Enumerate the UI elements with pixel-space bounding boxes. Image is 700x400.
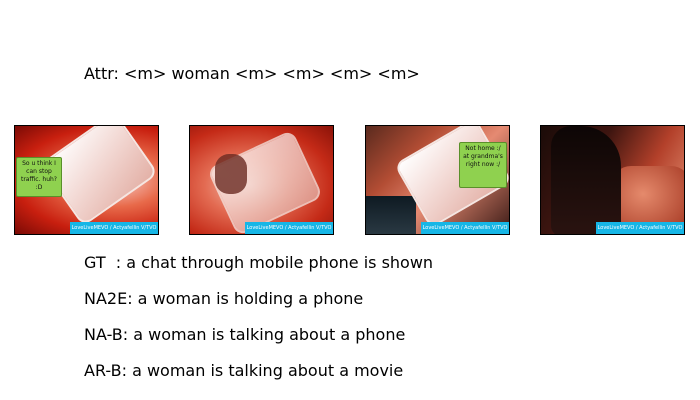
watermark-caption: LoveLiveMEVO / Actyafellin V/TVO: [70, 222, 158, 234]
chat-bubble: Not home :/ at grandma's right now :/: [459, 142, 507, 188]
video-frame-1: So u think I can stop traffic. huh? :D L…: [14, 125, 159, 235]
woman-hair-image: [551, 126, 621, 234]
chat-bubble: So u think I can stop traffic. huh? :D: [16, 157, 62, 197]
watermark-caption: LoveLiveMEVO / Actyafellin V/TVO: [596, 222, 684, 234]
watermark-caption: LoveLiveMEVO / Actyafellin V/TVO: [245, 222, 333, 234]
window-image: [366, 196, 416, 234]
caption-ar-b: AR-B: a woman is talking about a movie: [84, 361, 404, 380]
caption-na2e: NA2E: a woman is holding a phone: [84, 289, 364, 308]
caption-gt: GT : a chat through mobile phone is show…: [84, 253, 434, 272]
hand-image: [215, 154, 247, 194]
attribute-line: Attr: <m> woman <m> <m> <m> <m>: [84, 64, 420, 83]
video-frame-2: LoveLiveMEVO / Actyafellin V/TVO: [189, 125, 334, 235]
caption-na-b: NA-B: a woman is talking about a phone: [84, 325, 406, 344]
watermark-caption: LoveLiveMEVO / Actyafellin V/TVO: [421, 222, 509, 234]
video-frame-4: LoveLiveMEVO / Actyafellin V/TVO: [540, 125, 685, 235]
video-frame-3: Not home :/ at grandma's right now :/ Lo…: [365, 125, 510, 235]
